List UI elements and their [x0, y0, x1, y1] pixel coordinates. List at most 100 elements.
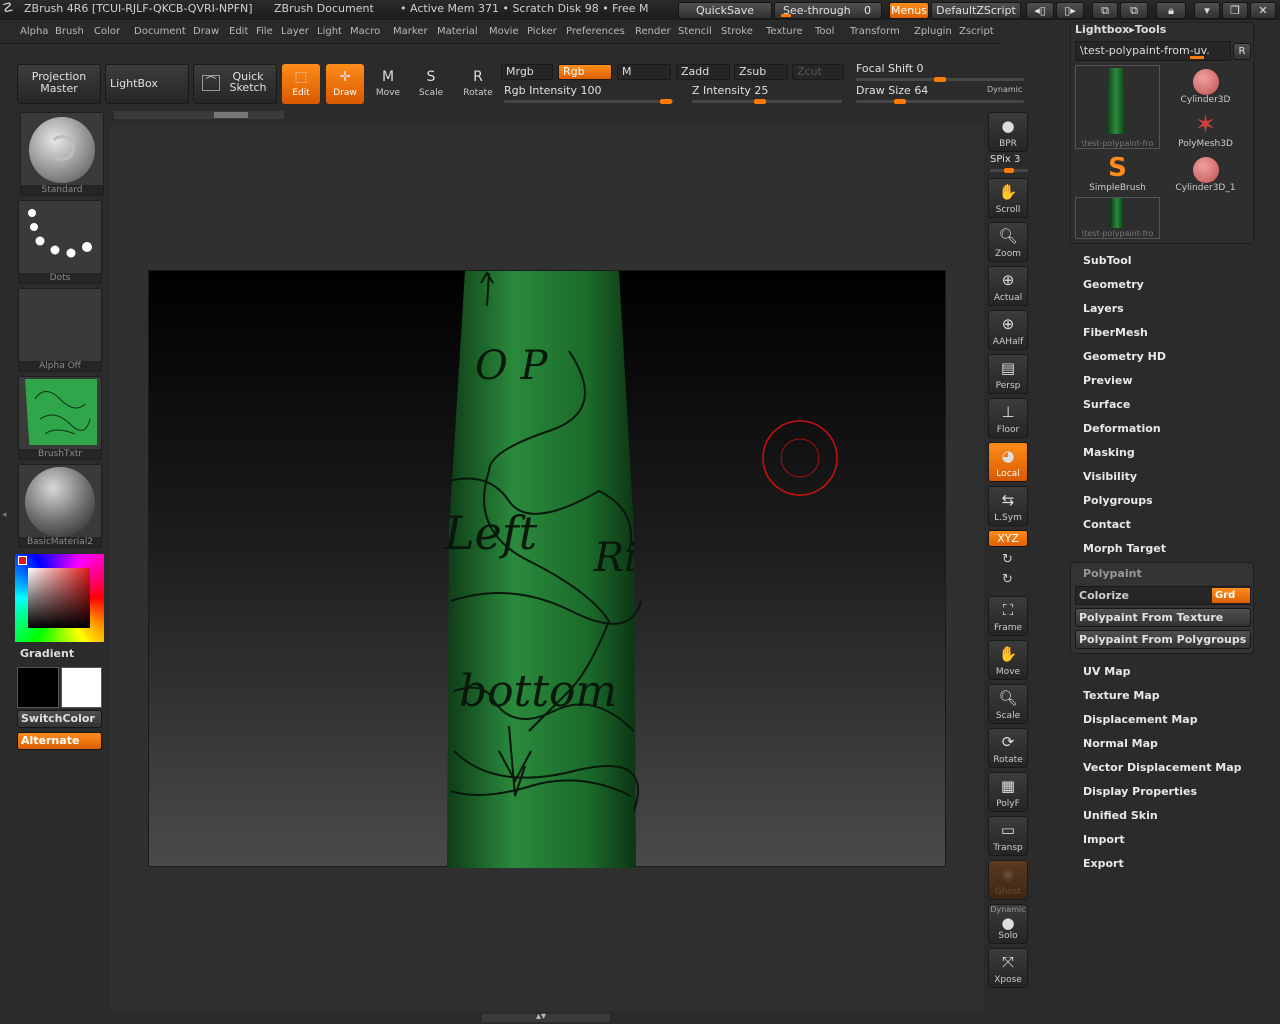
subpalette-geometry[interactable]: Geometry	[1083, 278, 1144, 291]
menu-movie[interactable]: Movie	[489, 26, 519, 37]
bottom-tray-handle[interactable]: ▴▾	[482, 1011, 610, 1022]
zsub-toggle[interactable]: Zsub	[734, 64, 788, 80]
ghost-button[interactable]: ◉ Ghost	[988, 860, 1028, 900]
zadd-toggle[interactable]: Zadd	[676, 64, 730, 80]
subpalette-displacement-map[interactable]: Displacement Map	[1083, 713, 1198, 726]
rotate-z-icon[interactable]: ↻	[1002, 572, 1013, 587]
menu-preferences[interactable]: Preferences	[566, 26, 625, 37]
menu-edit[interactable]: Edit	[229, 26, 248, 37]
menu-brush[interactable]: Brush	[55, 26, 84, 37]
left-tray-handle[interactable]: ◂	[2, 510, 10, 532]
mrgb-toggle[interactable]: Mrgb	[501, 64, 553, 80]
subpalette-vector-displacement-map[interactable]: Vector Displacement Map	[1083, 761, 1242, 774]
layout-icon[interactable]: ⧉	[1092, 2, 1118, 19]
subpalette-import[interactable]: Import	[1083, 833, 1125, 846]
tool-item-test-polypaint-2[interactable]: \test-polypaint-fro	[1075, 197, 1160, 239]
see-through-slider[interactable]: See-through 0	[774, 2, 882, 19]
r-button[interactable]: R	[1233, 43, 1251, 60]
color-picker[interactable]	[15, 554, 104, 642]
m-toggle[interactable]: M	[617, 64, 671, 80]
switchcolor-button[interactable]: SwitchColor	[17, 710, 102, 728]
tool-item-test-polypaint[interactable]: \test-polypaint-fro	[1075, 65, 1160, 149]
secondary-color-swatch-white[interactable]	[61, 667, 102, 708]
draw-size-track[interactable]	[856, 99, 1024, 104]
menu-render[interactable]: Render	[635, 26, 671, 37]
colorize-button[interactable]: Colorize Grd	[1075, 586, 1251, 605]
xyz-toggle[interactable]: XYZ	[988, 530, 1028, 547]
edit-button[interactable]: ⬚ Edit	[282, 64, 320, 104]
floor-button[interactable]: ⊥ Floor	[988, 398, 1028, 438]
cylinder-mesh[interactable]: O P Left Ri bottom	[149, 271, 947, 868]
subpalette-export[interactable]: Export	[1083, 857, 1124, 870]
subpalette-uv-map[interactable]: UV Map	[1083, 665, 1131, 678]
layout-alt-icon[interactable]: ⧉	[1120, 2, 1148, 19]
focal-shift-slider[interactable]: Focal Shift 0	[856, 62, 924, 78]
rotate-button[interactable]: R Rotate	[459, 64, 497, 104]
document-viewport[interactable]: O P Left Ri bottom	[148, 270, 947, 868]
material-thumbnail[interactable]: BasicMaterial2	[18, 464, 102, 548]
alternate-button[interactable]: Alternate	[17, 732, 102, 750]
minimize-icon[interactable]: ▾	[1194, 2, 1220, 19]
polypaint-from-polygroups-button[interactable]: Polypaint From Polygroups	[1075, 630, 1251, 649]
subpalette-deformation[interactable]: Deformation	[1083, 422, 1161, 435]
subpalette-polygroups[interactable]: Polygroups	[1083, 494, 1153, 507]
subpalette-preview[interactable]: Preview	[1083, 374, 1133, 387]
menu-file[interactable]: File	[256, 26, 273, 37]
frame-button[interactable]: ⛶ Frame	[988, 596, 1028, 636]
lsym-button[interactable]: ⇆ L.Sym	[988, 486, 1028, 526]
subpalette-contact[interactable]: Contact	[1083, 518, 1131, 531]
menu-transform[interactable]: Transform	[850, 26, 900, 37]
scale-view-button[interactable]: 🔍︎ Scale	[988, 684, 1028, 724]
menu-marker[interactable]: Marker	[393, 26, 428, 37]
lightbox-tools-header[interactable]: Lightbox▸Tools	[1075, 23, 1166, 36]
menu-macro[interactable]: Macro	[350, 26, 380, 37]
tray-right-icon[interactable]: ▯▸	[1056, 2, 1084, 19]
local-button[interactable]: ◕ Local	[988, 442, 1028, 482]
lock-icon[interactable]: 🔒︎	[1156, 2, 1186, 19]
spix-slider[interactable]: SPix 3	[990, 154, 1020, 165]
current-tool-slider[interactable]: \test-polypaint-from-uv.	[1075, 41, 1231, 61]
aahalf-button[interactable]: ⊕ AAHalf	[988, 310, 1028, 350]
tool-item-simplebrush[interactable]: S SimpleBrush	[1075, 153, 1160, 197]
menu-document[interactable]: Document	[134, 26, 186, 37]
subpalette-masking[interactable]: Masking	[1083, 446, 1135, 459]
canvas-tab-active[interactable]	[214, 112, 248, 118]
menu-draw[interactable]: Draw	[193, 26, 219, 37]
menu-stencil[interactable]: Stencil	[678, 26, 712, 37]
subpalette-layers[interactable]: Layers	[1083, 302, 1124, 315]
rgb-toggle[interactable]: Rgb	[558, 64, 612, 80]
menu-tool[interactable]: Tool	[815, 26, 834, 37]
gradient-toggle[interactable]: Gradient	[20, 647, 74, 660]
zcut-toggle[interactable]: Zcut	[792, 64, 844, 80]
rotate-view-button[interactable]: ⟳ Rotate	[988, 728, 1028, 768]
subpalette-visibility[interactable]: Visibility	[1083, 470, 1137, 483]
quicksave-button[interactable]: QuickSave	[678, 2, 772, 19]
menu-alpha[interactable]: Alpha	[20, 26, 48, 37]
alpha-thumbnail[interactable]: Alpha Off	[18, 288, 102, 372]
bpr-button[interactable]: ● BPR	[988, 112, 1028, 152]
menu-material[interactable]: Material	[437, 26, 478, 37]
subpalette-display-properties[interactable]: Display Properties	[1083, 785, 1197, 798]
rgb-intensity-track[interactable]	[504, 99, 674, 104]
draw-button[interactable]: ✛ Draw	[326, 64, 364, 104]
main-color-swatch-black[interactable]	[17, 667, 59, 708]
dynamic-toggle[interactable]: Dynamic	[987, 85, 1022, 94]
subpalette-unified-skin[interactable]: Unified Skin	[1083, 809, 1158, 822]
polyf-button[interactable]: ▦ PolyF	[988, 772, 1028, 812]
subpalette-fibermesh[interactable]: FiberMesh	[1083, 326, 1148, 339]
menu-texture[interactable]: Texture	[766, 26, 803, 37]
tray-left-icon[interactable]: ◂▯	[1026, 2, 1054, 19]
brush-thumbnail[interactable]: Standard	[20, 112, 104, 196]
rgb-intensity-slider[interactable]: Rgb Intensity 100	[504, 84, 601, 100]
scroll-button[interactable]: ✋ Scroll	[988, 178, 1028, 218]
subpalette-morph-target[interactable]: Morph Target	[1083, 542, 1166, 555]
menu-picker[interactable]: Picker	[527, 26, 557, 37]
subpalette-normal-map[interactable]: Normal Map	[1083, 737, 1158, 750]
zoom-button[interactable]: 🔍︎ Zoom	[988, 222, 1028, 262]
tool-item-cylinder3d[interactable]: Cylinder3D	[1163, 65, 1248, 109]
menu-stroke[interactable]: Stroke	[721, 26, 753, 37]
transp-button[interactable]: ▭ Transp	[988, 816, 1028, 856]
subpalette-subtool[interactable]: SubTool	[1083, 254, 1132, 267]
menu-light[interactable]: Light	[317, 26, 342, 37]
actual-button[interactable]: ⊕ Actual	[988, 266, 1028, 306]
